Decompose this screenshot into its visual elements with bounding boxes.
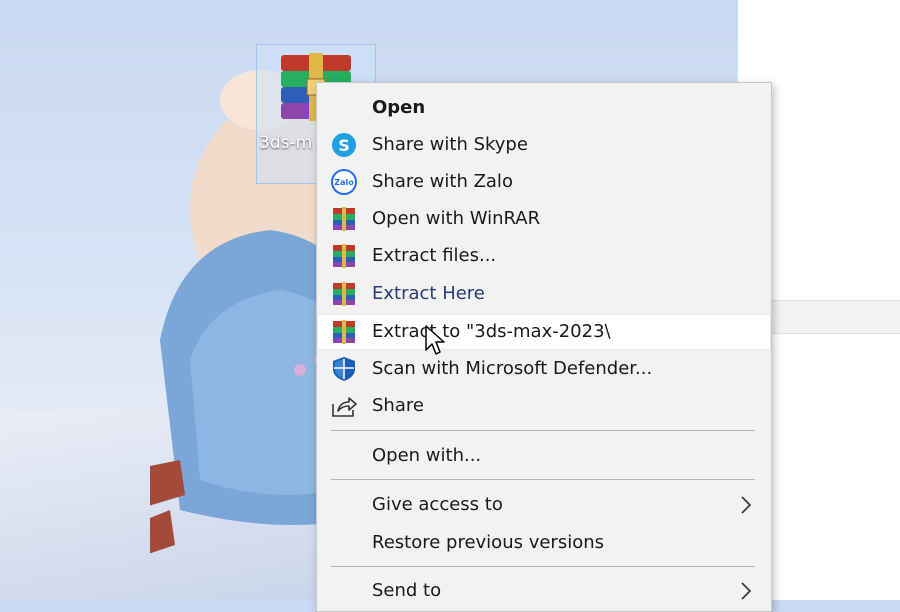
menu-item-label: Restore previous versions bbox=[372, 532, 605, 553]
chevron-right-icon bbox=[741, 582, 752, 600]
menu-item-extract-files[interactable]: Extract files... bbox=[317, 238, 771, 274]
menu-item-label: Extract files... bbox=[372, 245, 497, 266]
menu-item-send-to[interactable]: Send to bbox=[317, 573, 771, 609]
menu-item-label: Share with Zalo bbox=[372, 171, 513, 192]
menu-item-label: Open bbox=[372, 97, 426, 118]
winrar-icon bbox=[331, 243, 357, 269]
winrar-icon bbox=[331, 206, 357, 232]
defender-shield-icon bbox=[331, 356, 357, 382]
zalo-icon: Zalo bbox=[331, 169, 357, 195]
menu-item-label: Extract to "3ds-max-2023\ bbox=[372, 321, 611, 342]
winrar-icon bbox=[331, 281, 357, 307]
menu-item-share-skype[interactable]: S Share with Skype bbox=[317, 127, 771, 163]
menu-item-scan-defender[interactable]: Scan with Microsoft Defender... bbox=[317, 351, 771, 387]
menu-item-open-winrar[interactable]: Open with WinRAR bbox=[317, 201, 771, 237]
mouse-cursor-icon bbox=[425, 325, 445, 355]
menu-item-restore-versions[interactable]: Restore previous versions bbox=[317, 525, 771, 561]
menu-item-label: Send to bbox=[372, 580, 442, 601]
context-menu: Open S Share with Skype Zalo Share with … bbox=[316, 82, 772, 612]
menu-item-label: Give access to bbox=[372, 494, 503, 515]
menu-item-open[interactable]: Open bbox=[317, 90, 771, 126]
menu-item-share-zalo[interactable]: Zalo Share with Zalo bbox=[317, 164, 771, 200]
menu-item-share[interactable]: Share bbox=[317, 388, 771, 424]
menu-separator bbox=[331, 566, 755, 567]
chevron-right-icon bbox=[741, 496, 752, 514]
menu-item-label: Extract Here bbox=[372, 283, 485, 304]
menu-separator bbox=[331, 479, 755, 480]
menu-separator bbox=[331, 430, 755, 431]
menu-item-extract-to[interactable]: Extract to "3ds-max-2023\ bbox=[317, 314, 771, 350]
menu-item-extract-here[interactable]: Extract Here bbox=[317, 276, 771, 312]
menu-item-give-access[interactable]: Give access to bbox=[317, 487, 771, 523]
menu-item-label: Share with Skype bbox=[372, 134, 528, 155]
skype-icon: S bbox=[331, 132, 357, 158]
menu-item-label: Share bbox=[372, 395, 424, 416]
winrar-icon bbox=[331, 319, 357, 345]
menu-item-label: Open with... bbox=[372, 445, 482, 466]
menu-item-label: Open with WinRAR bbox=[372, 208, 541, 229]
menu-item-label: Scan with Microsoft Defender... bbox=[372, 358, 653, 379]
share-icon bbox=[331, 393, 357, 419]
menu-item-open-with[interactable]: Open with... bbox=[317, 438, 771, 474]
